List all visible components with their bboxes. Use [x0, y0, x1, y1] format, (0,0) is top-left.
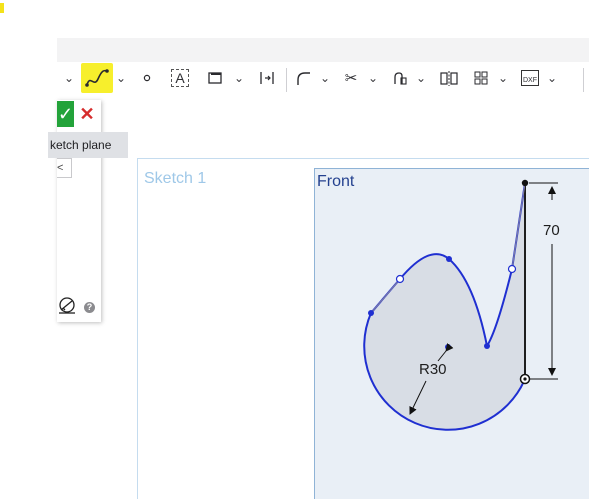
spline-point[interactable] — [368, 310, 374, 316]
sketch-geometry: 70 R30 — [363, 179, 560, 431]
endpoint-coincident-dot — [523, 377, 527, 381]
spline-point[interactable] — [484, 343, 490, 349]
sketch-region[interactable] — [364, 183, 525, 430]
endpoint[interactable] — [521, 179, 529, 187]
radius-dimension[interactable]: R30 — [419, 361, 447, 378]
vertical-dimension[interactable]: 70 — [543, 222, 560, 239]
arc-center-point[interactable] — [445, 344, 451, 350]
spline-handle[interactable] — [395, 274, 405, 284]
spline-handle[interactable] — [507, 264, 517, 274]
spline-point[interactable] — [446, 256, 452, 262]
